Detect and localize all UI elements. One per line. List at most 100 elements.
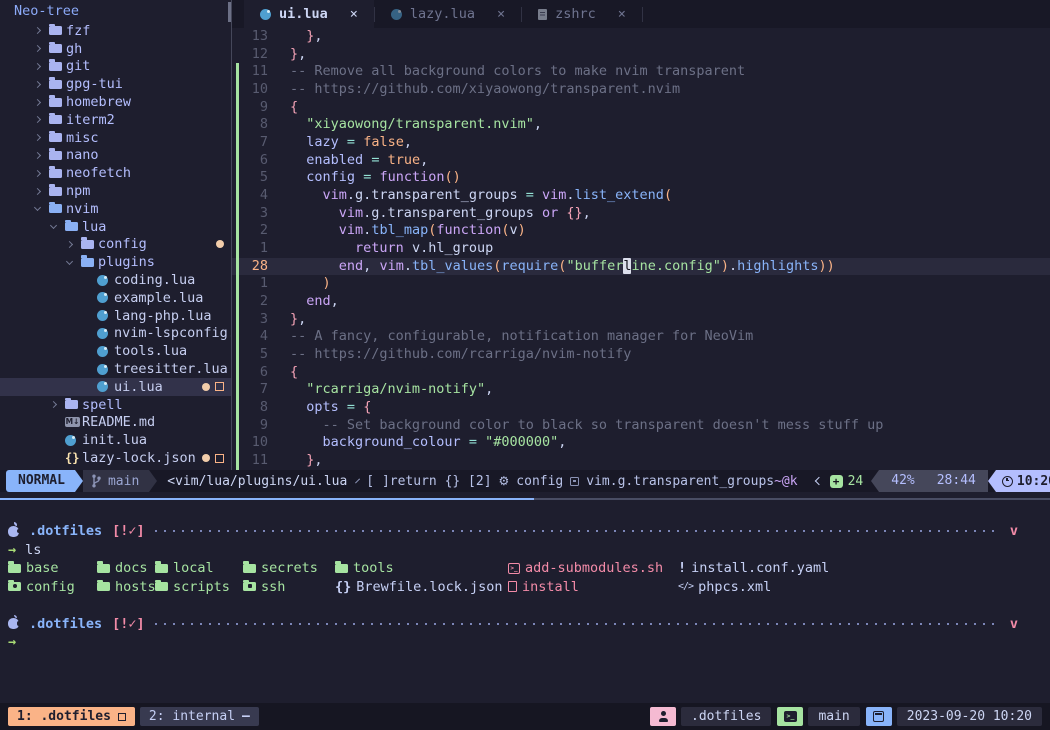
tree-item-lua[interactable]: lua bbox=[0, 218, 231, 236]
tab-lazy-lua[interactable]: lazy.lua× bbox=[375, 0, 521, 28]
code-line[interactable]: 7 lazy = false, bbox=[232, 134, 1050, 152]
tree-item-example-lua[interactable]: example.lua bbox=[0, 289, 231, 307]
tree-item-git[interactable]: git bbox=[0, 58, 231, 76]
breadcrumb-scope: [ ]return {} [2] bbox=[366, 474, 491, 489]
tree-expander[interactable] bbox=[33, 82, 49, 87]
tree-item-plugins[interactable]: plugins bbox=[0, 253, 231, 271]
code-token: config bbox=[306, 169, 355, 185]
tree-item-init-lua[interactable]: init.lua bbox=[0, 431, 231, 449]
tree-item-nvim[interactable]: nvim bbox=[0, 200, 231, 218]
tree-expander[interactable] bbox=[49, 402, 65, 407]
tree-expander[interactable] bbox=[33, 153, 49, 158]
tree-expander[interactable] bbox=[33, 100, 49, 105]
tree-item-npm[interactable]: npm bbox=[0, 182, 231, 200]
code-line[interactable]: 11 }, bbox=[232, 452, 1050, 470]
code-line[interactable]: 8 opts = { bbox=[232, 399, 1050, 417]
gitsign-added bbox=[232, 311, 242, 329]
code-line[interactable]: 8 "xiyaowong/transparent.nvim", bbox=[232, 116, 1050, 134]
code-line[interactable]: 3 vim.g.transparent_groups or {}, bbox=[232, 205, 1050, 223]
code-text: vim.g.transparent_groups or {}, bbox=[268, 205, 591, 223]
ssh-dot bbox=[248, 584, 252, 588]
tree-item-fzf[interactable]: fzf bbox=[0, 22, 231, 40]
tmux-window-internal[interactable]: 2: internal– bbox=[140, 707, 259, 726]
close-icon[interactable]: × bbox=[618, 6, 626, 22]
code-area[interactable]: 13 },12},11-- Remove all background colo… bbox=[232, 28, 1050, 470]
tree-expander[interactable] bbox=[33, 117, 49, 122]
command-line-empty[interactable]: → bbox=[0, 633, 1050, 652]
tree-item-lang-php-lua[interactable]: lang-php.lua bbox=[0, 307, 231, 325]
tree-item-gh[interactable]: gh bbox=[0, 40, 231, 58]
tree-item-gpg-tui[interactable]: gpg-tui bbox=[0, 75, 231, 93]
tree-expander[interactable] bbox=[33, 189, 49, 194]
tree-item-config[interactable]: config bbox=[0, 236, 231, 254]
folder-icon bbox=[8, 564, 21, 573]
tree-item-readme-md[interactable]: M↓README.md bbox=[0, 414, 231, 432]
code-line[interactable]: 5-- https://github.com/rcarriga/nvim-not… bbox=[232, 346, 1050, 364]
folder-icon bbox=[65, 400, 78, 409]
code-line[interactable]: 6 enabled = true, bbox=[232, 152, 1050, 170]
tree-expander[interactable] bbox=[33, 135, 49, 140]
tree-item-treesitter-lua[interactable]: treesitter.lua bbox=[0, 360, 231, 378]
tree-expander[interactable] bbox=[33, 207, 49, 210]
code-line[interactable]: 4 vim.g.transparent_groups = vim.list_ex… bbox=[232, 187, 1050, 205]
code-line[interactable]: 10 background_colour = "#000000", bbox=[232, 434, 1050, 452]
code-line[interactable]: 11-- Remove all background colors to mak… bbox=[232, 63, 1050, 81]
breadcrumb-context: vim.g.transparent_groups bbox=[586, 474, 774, 489]
tree-item-label: ui.lua bbox=[114, 379, 163, 395]
tree-item-label: nvim-lspconfig. bbox=[114, 325, 231, 341]
tree-item-homebrew[interactable]: homebrew bbox=[0, 93, 231, 111]
code-text: }, bbox=[268, 28, 323, 46]
tree-expander[interactable] bbox=[65, 261, 81, 264]
ls-entry-label: scripts bbox=[173, 578, 230, 597]
tree-expander[interactable] bbox=[33, 64, 49, 69]
tree-item-tools-lua[interactable]: tools.lua bbox=[0, 342, 231, 360]
breadcrumb: [ ]return {} [2] ⚙ config vim.g.transpar… bbox=[366, 474, 774, 489]
tree-item-nvim-lspconfig[interactable]: nvim-lspconfig. bbox=[0, 325, 231, 343]
tree-item-coding-lua[interactable]: coding.lua bbox=[0, 271, 231, 289]
tree-expander[interactable] bbox=[65, 242, 81, 247]
git-status-flags: [!✓] bbox=[112, 522, 145, 541]
code-line[interactable]: 9{ bbox=[232, 99, 1050, 117]
tree-item-neofetch[interactable]: neofetch bbox=[0, 164, 231, 182]
code-line[interactable]: 1 return v.hl_group bbox=[232, 240, 1050, 258]
tree-expander[interactable] bbox=[33, 46, 49, 51]
tree-expander[interactable] bbox=[33, 171, 49, 176]
folder-icon bbox=[49, 115, 62, 124]
tree-expander[interactable] bbox=[33, 28, 49, 33]
code-line[interactable]: 7 "rcarriga/nvim-notify", bbox=[232, 381, 1050, 399]
code-token: ( bbox=[501, 222, 509, 238]
code-line[interactable]: 2 vim.tbl_map(function(v) bbox=[232, 222, 1050, 240]
code-token: , bbox=[298, 46, 306, 62]
gitsign-added bbox=[232, 134, 242, 152]
tmux-window-dotfiles[interactable]: 1: .dotfiles bbox=[8, 707, 135, 726]
code-line[interactable]: 1 ) bbox=[232, 275, 1050, 293]
tab-zshrc[interactable]: zshrc× bbox=[522, 0, 642, 28]
code-line[interactable]: 5 config = function() bbox=[232, 169, 1050, 187]
folder-icon bbox=[243, 564, 256, 573]
code-line[interactable]: 10-- https://github.com/xiyaowong/transp… bbox=[232, 81, 1050, 99]
code-line[interactable]: 12}, bbox=[232, 46, 1050, 64]
tree-item-spell[interactable]: spell bbox=[0, 396, 231, 414]
close-icon[interactable]: × bbox=[350, 6, 358, 22]
code-line[interactable]: 13 }, bbox=[232, 28, 1050, 46]
code-line[interactable]: 2 end, bbox=[232, 293, 1050, 311]
code-line[interactable]: 6{ bbox=[232, 364, 1050, 382]
gitsign-added bbox=[232, 81, 242, 99]
close-icon[interactable]: × bbox=[497, 6, 505, 22]
shell-pane[interactable]: .dotfiles [!✓] v → ls basedocslocalsecre… bbox=[0, 500, 1050, 703]
tree-item-ui-lua[interactable]: ui.lua bbox=[0, 378, 231, 396]
tab-ui-lua[interactable]: ui.lua × bbox=[244, 0, 374, 28]
ls-entry-scripts: scripts bbox=[155, 578, 230, 597]
code-line[interactable]: 4-- A fancy, configurable, notification … bbox=[232, 328, 1050, 346]
code-line[interactable]: 3}, bbox=[232, 311, 1050, 329]
tree-expander[interactable] bbox=[49, 225, 65, 228]
current-code-line[interactable]: 28 end, vim.tbl_values(require("bufferli… bbox=[232, 258, 1050, 276]
neotree-scrollbar[interactable] bbox=[228, 2, 231, 22]
code-token: ) bbox=[721, 258, 729, 274]
tree-item-nano[interactable]: nano bbox=[0, 147, 231, 165]
tab-label: ui.lua bbox=[279, 6, 328, 22]
tree-item-misc[interactable]: misc bbox=[0, 129, 231, 147]
tree-item-iterm2[interactable]: iterm2 bbox=[0, 111, 231, 129]
code-line[interactable]: 9 -- Set background color to black so tr… bbox=[232, 417, 1050, 435]
tree-item-lazy-lock-json[interactable]: {}lazy-lock.json bbox=[0, 449, 231, 467]
